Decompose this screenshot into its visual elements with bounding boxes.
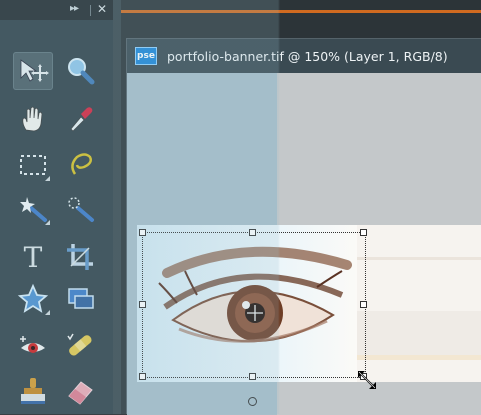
red-eye-tool-button[interactable] — [13, 326, 53, 364]
layered-shape-icon — [68, 288, 94, 309]
magic-wand-icon — [20, 197, 47, 222]
move-icon — [20, 59, 49, 82]
stamp-icon — [21, 378, 45, 404]
type-tool-button[interactable]: T — [13, 238, 53, 276]
crop-tool-button[interactable] — [60, 238, 100, 276]
quick-selection-tool-button[interactable] — [60, 190, 100, 228]
toolbox-panel: ▸▸ ✕ T — [0, 0, 114, 414]
more-tools-indicator — [45, 310, 50, 315]
active-tab-indicator — [121, 10, 481, 13]
lasso-tool-button[interactable] — [60, 146, 100, 184]
collapse-panel-icon[interactable]: ▸▸ — [70, 3, 79, 14]
eraser-tool-button[interactable] — [60, 372, 100, 410]
eraser-icon — [68, 381, 93, 405]
move-tool-button[interactable] — [13, 52, 53, 90]
more-tools-indicator — [45, 220, 50, 225]
eyedropper-icon — [70, 107, 93, 132]
eyedropper-tool-button[interactable] — [60, 100, 100, 138]
star-shape-icon — [17, 283, 49, 313]
rectangular-marquee-icon — [20, 155, 46, 175]
close-icon[interactable]: ✕ — [97, 2, 107, 16]
transform-handle-bottom-left[interactable] — [139, 373, 146, 380]
panel-gutter — [113, 0, 121, 414]
cookie-cutter-tool-button[interactable] — [60, 280, 100, 318]
document-canvas[interactable] — [127, 73, 481, 415]
transform-handle-bottom[interactable] — [249, 373, 256, 380]
magnifier-icon — [68, 58, 95, 85]
healing-brush-tool-button[interactable] — [60, 326, 100, 364]
transform-handle-right[interactable] — [360, 301, 367, 308]
document-window[interactable]: pse portfolio-banner.tif @ 150% (Layer 1… — [126, 38, 481, 415]
transform-handle-top-right[interactable] — [360, 229, 367, 236]
image-stripe — [357, 355, 481, 360]
transform-handle-top-left[interactable] — [139, 229, 146, 236]
shape-tool-button[interactable] — [13, 280, 53, 318]
clone-stamp-tool-button[interactable] — [13, 372, 53, 410]
hand-icon — [22, 106, 43, 132]
bandage-icon — [67, 333, 92, 356]
image-stripe — [357, 311, 481, 355]
app-badge-icon: pse — [135, 47, 157, 65]
document-title-bar[interactable]: pse portfolio-banner.tif @ 150% (Layer 1… — [127, 39, 481, 73]
toolbox-header: ▸▸ ✕ — [0, 0, 113, 20]
document-title: portfolio-banner.tif @ 150% (Layer 1, RG… — [167, 49, 448, 64]
image-stripe — [357, 257, 481, 260]
quick-selection-icon — [68, 197, 94, 222]
hand-tool-button[interactable] — [13, 100, 53, 138]
transform-handle-top[interactable] — [249, 229, 256, 236]
zoom-tool-button[interactable] — [60, 52, 100, 90]
more-tools-indicator — [45, 176, 50, 181]
header-divider — [90, 5, 91, 16]
rotate-handle-icon[interactable] — [248, 397, 257, 406]
transform-handle-left[interactable] — [139, 301, 146, 308]
resize-cursor-icon — [358, 371, 376, 389]
magic-wand-tool-button[interactable] — [13, 190, 53, 228]
red-eye-icon — [20, 336, 45, 353]
marquee-tool-button[interactable] — [13, 146, 53, 184]
type-icon: T — [23, 240, 43, 274]
lasso-icon — [71, 153, 92, 175]
transform-bounding-box[interactable] — [142, 232, 366, 378]
crop-icon — [67, 244, 93, 270]
